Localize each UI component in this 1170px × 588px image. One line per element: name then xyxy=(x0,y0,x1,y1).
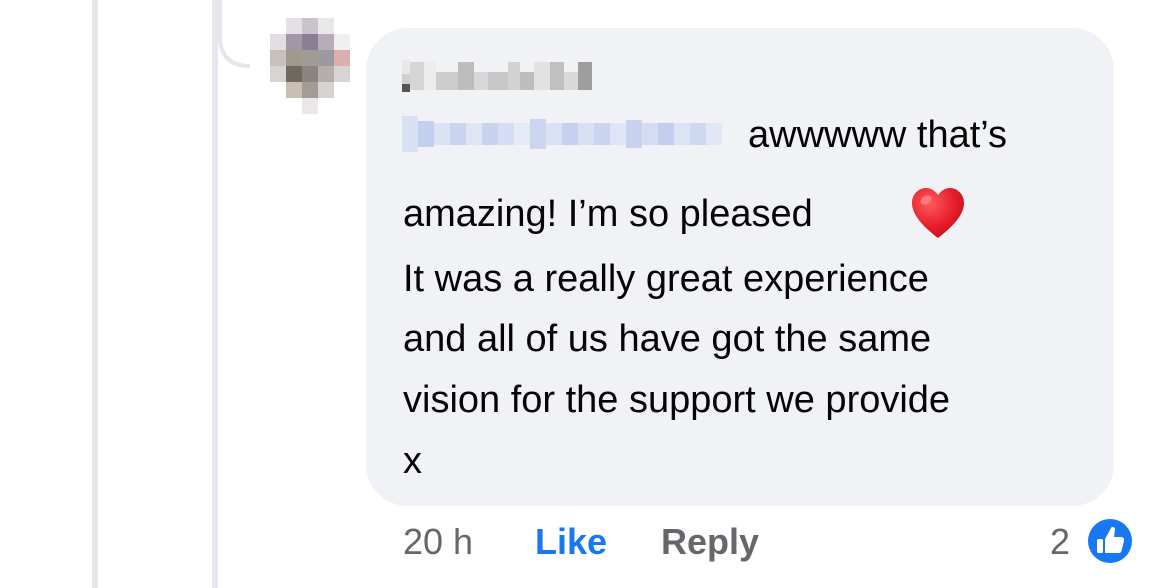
comment-timestamp[interactable]: 20 h xyxy=(403,524,473,560)
comment-line: awwwww that’s xyxy=(748,114,1008,156)
thread-connector xyxy=(218,0,251,68)
avatar[interactable] xyxy=(270,18,350,114)
author-name-redacted[interactable] xyxy=(402,60,592,92)
thumbs-up-icon[interactable] xyxy=(1084,515,1136,567)
comment-line: vision for the support we provide xyxy=(403,379,951,421)
comment-line: and all of us have got the same xyxy=(403,318,932,360)
reaction-count[interactable]: 2 xyxy=(1050,524,1070,560)
mention-redacted[interactable] xyxy=(402,114,722,154)
like-button[interactable]: Like xyxy=(535,524,607,560)
comment-line: x xyxy=(403,440,422,482)
comment-thread: awwwww that’s amazing! I’m so pleased It… xyxy=(0,0,1170,588)
red-heart-icon xyxy=(912,188,964,238)
comment-line: It was a really great experience xyxy=(403,258,929,300)
comment-line: amazing! I’m so pleased xyxy=(403,193,813,235)
thread-line-inner xyxy=(212,0,218,588)
reply-button[interactable]: Reply xyxy=(661,524,759,560)
thread-line-outer xyxy=(92,0,98,588)
